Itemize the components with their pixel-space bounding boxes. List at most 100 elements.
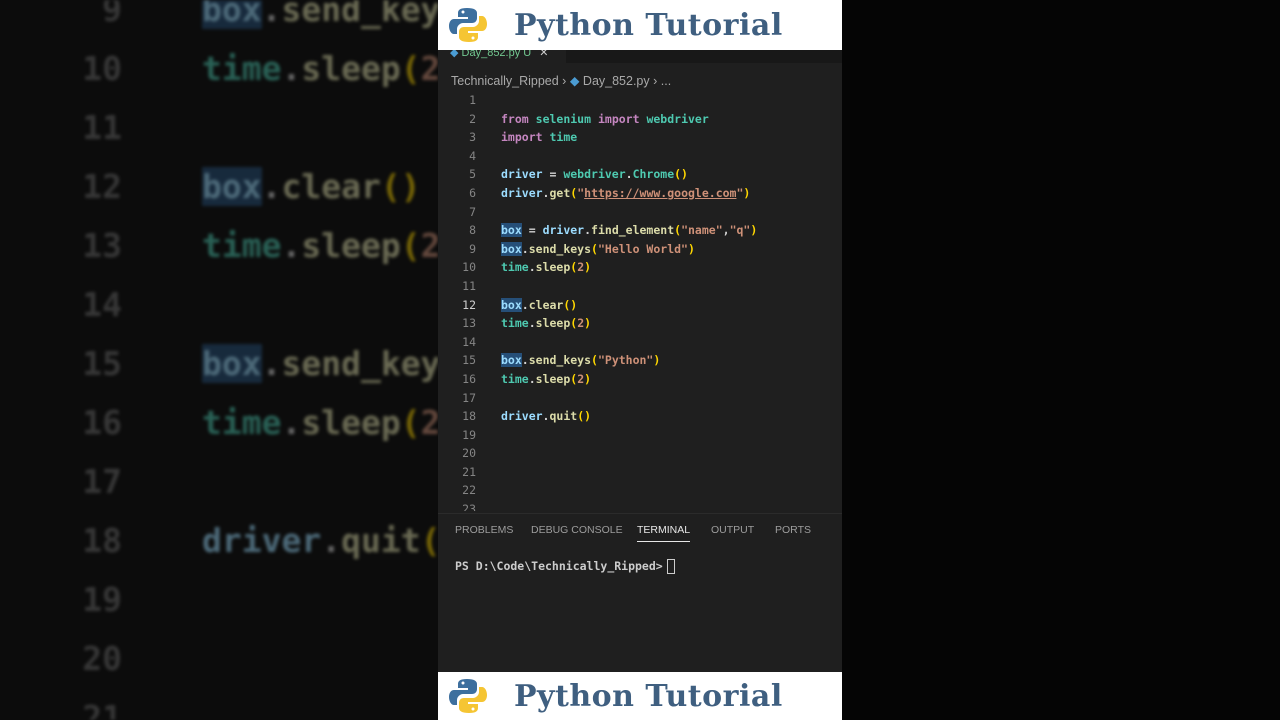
code-token: . [261,344,282,383]
terminal-prompt: PS D:\Code\Technically_Ripped> [455,559,663,573]
code-token: . [281,403,302,442]
code-token: import [597,111,640,126]
terminal[interactable]: PS D:\Code\Technically_Ripped> [455,559,675,574]
code-text: driver.quit() [501,407,591,426]
line-number: 12 [82,167,122,206]
code-line: 1 [438,91,842,110]
breadcrumb-folder[interactable]: Technically_Ripped [451,74,559,88]
code-line: 19 [0,570,202,629]
code-token: ) [584,260,592,275]
line-number: 16 [82,403,122,442]
blurred-background-code: 9box.send_keys("Hello World")10time.slee… [0,0,438,720]
code-token: ( [591,353,598,368]
code-token: = [521,223,543,238]
code-line: 20 [0,629,202,688]
code-token: send_keys [528,353,592,368]
code-token: driver [501,167,543,182]
code-line: 11 [438,277,842,296]
line-number: 11 [462,278,476,293]
code-token: () [421,521,438,560]
code-token: time [501,371,529,386]
tab-debug-console[interactable]: DEBUG CONSOLE [531,524,623,536]
breadcrumb-symbol[interactable]: ... [661,74,671,88]
code-token: time [549,130,578,145]
line-number: 14 [82,285,122,324]
code-line: 22 [438,481,842,500]
code-token: box [501,297,522,312]
code-token: https://www.google.com [584,185,737,200]
code-line: 20 [438,444,842,463]
code-token: . [261,167,282,206]
line-number: 4 [469,148,476,163]
line-number: 6 [469,185,476,200]
line-number: 13 [82,226,122,265]
code-text: box.send_keys("Hello World") [202,0,438,29]
line-number: 9 [469,241,476,256]
line-number: 2 [469,111,476,126]
code-token: driver [501,185,543,200]
code-line: 4 [438,147,842,166]
python-logo-icon [449,8,487,42]
code-line: 3 import time [438,128,842,147]
code-text: box.send_keys("Python") [202,344,438,383]
code-token: () [577,409,592,424]
code-token: . [528,260,536,275]
code-token: 2 [420,49,438,88]
code-text: from selenium import webdriver [501,110,709,129]
code-line: 8 box = driver.find_element("name","q") [438,221,842,240]
breadcrumb-file[interactable]: Day_852.py [583,74,650,88]
code-line: 14 [0,275,202,334]
code-editor[interactable]: 1 2 from selenium import webdriver 3 import … [438,91,842,511]
code-token: . [521,241,529,256]
code-line: 19 [438,426,842,445]
line-number: 21 [462,464,476,479]
line-number: 19 [462,427,476,442]
code-token: send_keys [281,344,438,383]
code-token: get [549,185,571,200]
code-token: clear [281,167,381,206]
code-line: 14 [438,333,842,352]
code-line: 12 box.clear() [0,157,421,216]
line-number: 12 [462,297,476,312]
code-token: find_element [591,223,675,238]
code-token: . [261,0,282,29]
line-number: 14 [462,334,476,349]
tab-problems[interactable]: PROBLEMS [455,524,513,536]
code-token: ( [400,49,421,88]
line-number: 8 [469,223,476,238]
background-right [842,0,1280,720]
code-line: 15 box.send_keys("Python") [438,351,842,370]
code-line: 2 from selenium import webdriver [438,110,842,129]
code-text: time.sleep(2) [202,226,438,265]
tab-ports[interactable]: PORTS [775,524,811,536]
code-line: 5 driver = webdriver.Chrome() [438,165,842,184]
code-line: 11 [0,98,202,157]
code-text: time.sleep(2) [501,314,591,333]
code-token: box [202,0,262,29]
tab-output[interactable]: OUTPUT [711,524,754,536]
line-number: 19 [82,580,122,619]
code-token: = [542,167,564,182]
line-number: 9 [102,0,122,29]
code-token: . [584,223,592,238]
code-token: ) [750,223,758,238]
code-token: box [202,167,262,206]
code-text: box.clear() [501,296,577,315]
code-line: 9 box.send_keys("Hello World") [0,0,438,39]
line-number: 17 [462,390,476,405]
code-token: driver [501,409,543,424]
code-token: time [202,49,282,88]
code-line: 21 [438,463,842,482]
code-token: ) [653,353,661,368]
code-token: import [501,130,543,145]
tab-terminal[interactable]: TERMINAL [637,524,691,542]
code-token: ( [591,241,598,256]
header-banner: Python Tutorial [438,0,842,50]
code-line: 6 driver.get("https://www.google.com") [438,184,842,203]
code-token: time [202,226,282,265]
code-token: driver [542,223,585,238]
code-token: box [202,344,262,383]
line-number: 22 [462,483,476,498]
code-token: . [281,49,302,88]
